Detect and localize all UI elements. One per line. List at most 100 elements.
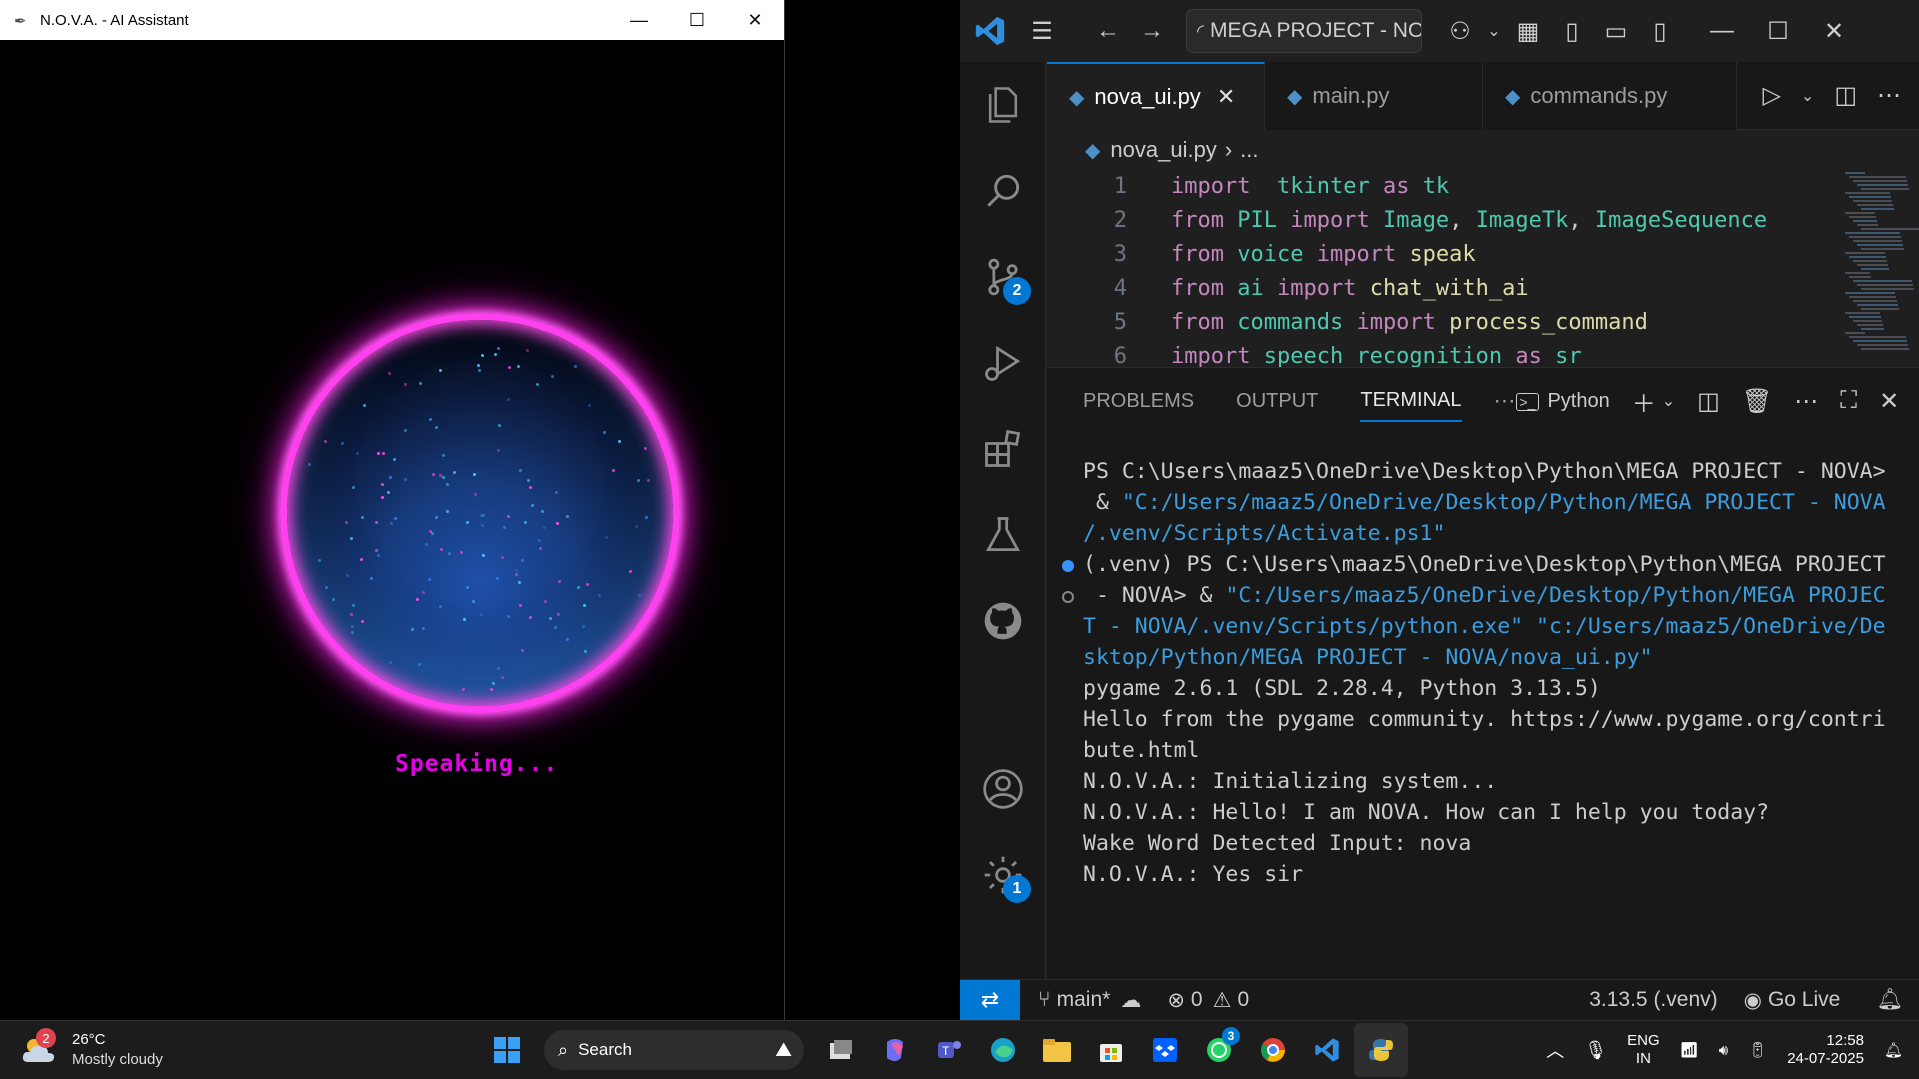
edge-icon[interactable] <box>976 1023 1030 1077</box>
more-actions-icon[interactable]: ⋯ <box>1877 81 1901 110</box>
minimap-line <box>1849 276 1871 278</box>
orb-particle <box>465 585 469 589</box>
orb-particle <box>404 477 408 481</box>
terminal-profile[interactable]: >_ Python <box>1515 390 1610 413</box>
more-tabs-icon[interactable]: ⋯ <box>1494 388 1516 414</box>
split-editor-icon[interactable]: ◫ <box>1834 81 1857 110</box>
orb-particle <box>441 453 445 457</box>
run-python-icon[interactable]: ▷ <box>1762 81 1780 110</box>
breadcrumb-symbols[interactable]: ... <box>1240 137 1258 163</box>
minimap-line <box>1845 212 1875 214</box>
orb-particle <box>558 580 562 584</box>
new-terminal-icon[interactable]: ＋ <box>1632 384 1656 419</box>
wifi-icon[interactable]: 📶︎ <box>1680 1041 1699 1059</box>
close-panel-icon[interactable]: ✕ <box>1879 387 1899 416</box>
chevron-down-icon[interactable]: ⌄ <box>1801 86 1814 106</box>
nova-window: ✒ N.O.V.A. - AI Assistant — ☐ ✕ Speaking… <box>0 0 785 1020</box>
toggle-secondary-sidebar-icon[interactable]: ▯ <box>1638 9 1682 53</box>
terminal-output[interactable]: PS C:\Users\maaz5\OneDrive\Desktop\Pytho… <box>1062 456 1886 890</box>
volume-icon[interactable]: 🔊︎ <box>1719 1042 1728 1059</box>
accounts-icon[interactable] <box>960 746 1046 832</box>
file-explorer-icon[interactable] <box>1030 1023 1084 1077</box>
toggle-panel-icon[interactable]: ▭ <box>1594 9 1638 53</box>
close-button[interactable]: ✕ <box>1812 9 1856 53</box>
weather-widget[interactable]: 2 26°C Mostly cloudy <box>0 1028 480 1070</box>
dropbox-icon[interactable] <box>1138 1023 1192 1077</box>
command-center[interactable]: ◜MEGA PROJECT - NOVA <box>1186 9 1422 53</box>
tab-terminal[interactable]: TERMINAL <box>1360 381 1462 422</box>
breadcrumb-file[interactable]: nova_ui.py <box>1110 137 1216 163</box>
minimize-button[interactable]: — <box>1700 9 1744 53</box>
language-indicator[interactable]: ENG IN <box>1627 1032 1660 1068</box>
python-interpreter[interactable]: 3.13.5 (.venv) <box>1589 988 1717 1012</box>
restore-button[interactable]: ☐ <box>1756 9 1800 53</box>
task-view-icon[interactable] <box>814 1023 868 1077</box>
explorer-icon[interactable] <box>960 62 1046 148</box>
tab-main[interactable]: ◆ main.py <box>1265 62 1483 130</box>
branch-name[interactable]: main* <box>1057 988 1111 1012</box>
python-app-icon[interactable] <box>1354 1023 1408 1077</box>
go-live-button[interactable]: Go Live <box>1768 988 1840 1012</box>
maximize-button[interactable]: ☐ <box>668 0 726 40</box>
nova-titlebar[interactable]: ✒ N.O.V.A. - AI Assistant — ☐ ✕ <box>0 0 784 40</box>
windows-start-icon[interactable] <box>480 1023 534 1077</box>
chevron-down-icon[interactable]: ⌄ <box>1482 9 1506 53</box>
taskbar-search[interactable]: ⌕ Search ⛰ <box>544 1030 804 1070</box>
chrome-icon[interactable] <box>1246 1023 1300 1077</box>
notifications-bell-icon[interactable]: 🔔︎ <box>1884 1041 1903 1059</box>
sync-cloud-icon[interactable]: ☁ <box>1120 988 1141 1013</box>
minimap-line <box>1845 172 1865 174</box>
tab-problems[interactable]: PROBLEMS <box>1083 382 1194 421</box>
breadcrumb: ◆ nova_ui.py ›... <box>1085 137 1259 163</box>
orb-particle <box>637 478 641 482</box>
orb-particle <box>404 428 408 432</box>
trash-icon[interactable]: 🗑 <box>1742 387 1772 416</box>
command-pending-dot-icon[interactable] <box>1062 591 1074 603</box>
tab-commands[interactable]: ◆ commands.py <box>1483 62 1737 130</box>
minimap[interactable] <box>1839 170 1919 366</box>
orb-particle <box>490 688 494 691</box>
code-editor[interactable]: 1 import tkinter as tk 2 from PIL import Im… <box>1047 170 1919 374</box>
extensions-icon[interactable] <box>960 406 1046 492</box>
orb-particle <box>332 597 336 601</box>
tab-output[interactable]: OUTPUT <box>1236 382 1318 421</box>
whatsapp-icon[interactable]: 3 <box>1192 1023 1246 1077</box>
tab-nova-ui[interactable]: ◆ nova_ui.py ✕ <box>1047 62 1265 130</box>
minimap-line <box>1853 220 1877 222</box>
microphone-icon[interactable]: 🎙︎ <box>1584 1040 1607 1061</box>
terminal-line: bute.html <box>1083 738 1200 763</box>
microsoft-store-icon[interactable] <box>1084 1023 1138 1077</box>
menu-icon[interactable]: ☰ <box>1020 9 1064 53</box>
run-debug-icon[interactable] <box>960 320 1046 406</box>
orb-particle <box>496 448 500 452</box>
source-control-icon[interactable]: 2 <box>960 234 1046 320</box>
minimize-button[interactable]: — <box>610 0 668 40</box>
maximize-panel-icon[interactable]: ⛶ <box>1840 387 1857 415</box>
copilot-icon[interactable] <box>868 1023 922 1077</box>
close-button[interactable]: ✕ <box>726 0 784 40</box>
layout-icon[interactable]: ▦ <box>1506 9 1550 53</box>
more-actions-icon[interactable]: ⋯ <box>1794 387 1818 416</box>
chevron-down-icon[interactable]: ⌄ <box>1662 391 1675 411</box>
close-tab-icon[interactable]: ✕ <box>1217 84 1235 110</box>
split-terminal-icon[interactable]: ◫ <box>1697 387 1720 416</box>
back-arrow-icon[interactable]: ← <box>1086 9 1130 53</box>
github-icon[interactable] <box>960 578 1046 664</box>
settings-gear-icon[interactable]: 1 <box>960 832 1046 918</box>
orb-particle <box>507 615 511 619</box>
command-success-dot-icon[interactable] <box>1062 560 1074 572</box>
search-icon[interactable] <box>960 148 1046 234</box>
remote-indicator-icon[interactable]: ⇄ <box>960 979 1020 1021</box>
testing-flask-icon[interactable] <box>960 492 1046 578</box>
clock[interactable]: 12:58 24-07-2025 <box>1787 1032 1864 1068</box>
forward-arrow-icon[interactable]: → <box>1130 9 1174 53</box>
copilot-icon[interactable]: ⚇ <box>1438 9 1482 53</box>
warning-count[interactable]: 0 <box>1237 988 1249 1012</box>
error-count[interactable]: 0 <box>1191 988 1203 1012</box>
notifications-bell-icon[interactable]: 🔔︎ <box>1876 988 1903 1012</box>
toggle-sidebar-icon[interactable]: ▯ <box>1550 9 1594 53</box>
vscode-taskbar-icon[interactable] <box>1300 1023 1354 1077</box>
chevron-up-icon[interactable]: ︿ <box>1546 1037 1564 1063</box>
battery-icon[interactable]: 🔋︎ <box>1748 1041 1767 1059</box>
teams-icon[interactable]: T <box>922 1023 976 1077</box>
